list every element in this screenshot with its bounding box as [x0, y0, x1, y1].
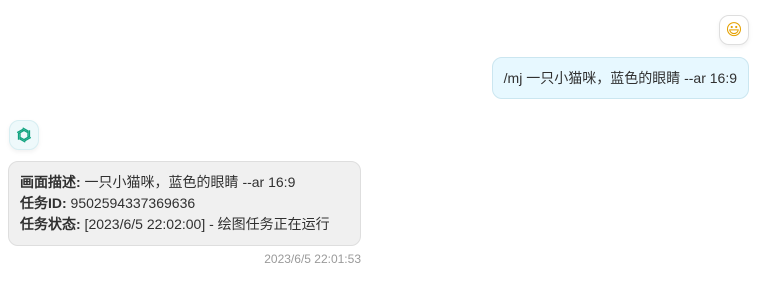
- openai-icon: [16, 127, 32, 143]
- message-timestamp: 2023/6/5 22:01:53: [264, 252, 361, 266]
- smiley-emoji-icon: 😃: [725, 20, 743, 39]
- task-status-label: 任务状态:: [20, 216, 81, 232]
- bot-avatar: [9, 120, 39, 150]
- user-message-bubble: /mj 一只小猫咪，蓝色的眼睛 --ar 16:9: [491, 57, 749, 99]
- prompt-value: 一只小猫咪，蓝色的眼睛 --ar 16:9: [80, 174, 296, 190]
- user-message-text: /mj 一只小猫咪，蓝色的眼睛 --ar 16:9: [503, 70, 737, 86]
- task-id-label: 任务ID:: [20, 195, 67, 211]
- task-id-value: 9502594337369636: [66, 195, 196, 211]
- user-avatar: 😃: [719, 15, 749, 45]
- task-status-line: 任务状态: [2023/6/5 22:02:00] - 绘图任务正在运行: [20, 214, 349, 235]
- task-id-line: 任务ID: 9502594337369636: [20, 193, 349, 214]
- task-status-value: [2023/6/5 22:02:00] - 绘图任务正在运行: [80, 216, 330, 232]
- prompt-line: 画面描述: 一只小猫咪，蓝色的眼睛 --ar 16:9: [20, 172, 349, 193]
- bot-message-bubble: 画面描述: 一只小猫咪，蓝色的眼睛 --ar 16:9 任务ID: 950259…: [8, 161, 361, 246]
- prompt-label: 画面描述:: [20, 174, 81, 190]
